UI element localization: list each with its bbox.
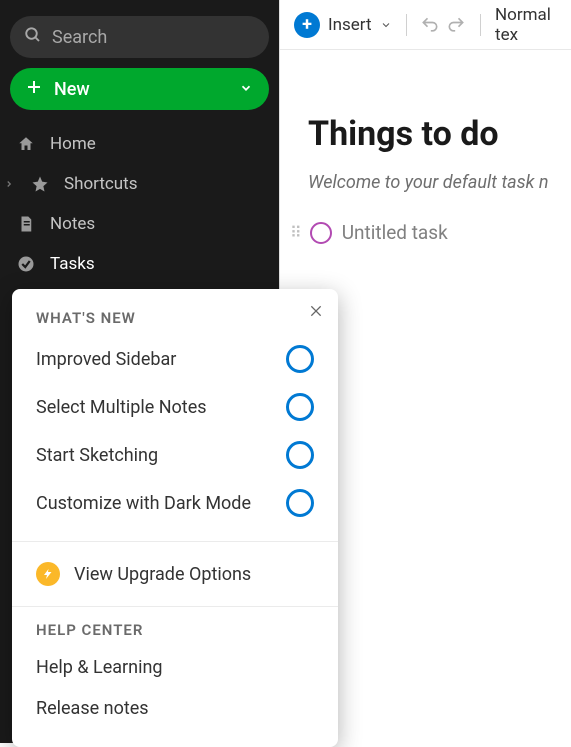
drag-handle-icon[interactable]: ⠿ (290, 223, 300, 242)
sidebar-item-label: Notes (50, 214, 95, 234)
release-notes[interactable]: Release notes (12, 688, 338, 729)
task-title[interactable]: Untitled task (342, 221, 448, 244)
search-placeholder: Search (52, 27, 107, 48)
sidebar-item-tasks[interactable]: Tasks (0, 244, 279, 284)
text-style-selector[interactable]: Normal tex (495, 5, 557, 45)
upgrade-label: View Upgrade Options (74, 564, 251, 585)
sidebar-item-home[interactable]: Home (0, 124, 279, 164)
whatsnew-item-dark-mode[interactable]: Customize with Dark Mode (12, 479, 338, 527)
bolt-icon (36, 562, 60, 586)
ring-indicator-icon (286, 489, 314, 517)
plus-circle-icon: + (294, 12, 320, 38)
notes-icon (16, 215, 36, 233)
sidebar-item-label: Tasks (50, 254, 95, 274)
whatsnew-label: Customize with Dark Mode (36, 493, 251, 514)
task-row[interactable]: ⠿ Untitled task (290, 221, 571, 244)
whats-new-heading: WHAT'S NEW (12, 309, 338, 335)
search-input[interactable]: Search (10, 16, 269, 58)
sidebar-item-shortcuts[interactable]: Shortcuts (0, 164, 279, 204)
ring-indicator-icon (286, 345, 314, 373)
document-subtitle: Welcome to your default task n (308, 172, 571, 193)
insert-button[interactable]: + Insert (294, 12, 392, 38)
whatsnew-label: Start Sketching (36, 445, 158, 466)
home-icon (16, 135, 36, 153)
new-button[interactable]: New (10, 68, 269, 110)
chevron-down-icon (380, 19, 392, 31)
ring-indicator-icon (286, 393, 314, 421)
separator (406, 14, 407, 36)
whatsnew-label: Select Multiple Notes (36, 397, 207, 418)
whatsnew-label: Improved Sidebar (36, 349, 176, 370)
upgrade-options[interactable]: View Upgrade Options (12, 556, 338, 592)
sidebar-item-label: Shortcuts (64, 174, 138, 194)
chevron-right-icon[interactable] (2, 179, 16, 189)
undo-icon[interactable] (420, 15, 440, 35)
task-checkbox[interactable] (310, 222, 332, 244)
divider (12, 606, 338, 607)
whatsnew-item-improved-sidebar[interactable]: Improved Sidebar (12, 335, 338, 383)
ring-indicator-icon (286, 441, 314, 469)
document-title[interactable]: Things to do (308, 114, 571, 154)
whatsnew-item-sketching[interactable]: Start Sketching (12, 431, 338, 479)
divider (12, 541, 338, 542)
undo-redo-group (420, 15, 466, 35)
close-icon[interactable] (308, 303, 324, 324)
help-learning[interactable]: Help & Learning (12, 647, 338, 688)
search-icon (24, 26, 42, 49)
new-label: New (54, 79, 90, 100)
insert-label: Insert (328, 15, 372, 35)
chevron-down-icon (239, 79, 253, 100)
editor-toolbar: + Insert Normal tex (280, 0, 571, 50)
separator (480, 14, 481, 36)
tasks-icon (16, 255, 36, 273)
star-icon (30, 175, 50, 193)
whats-new-popover: WHAT'S NEW Improved Sidebar Select Multi… (12, 289, 338, 747)
whatsnew-item-select-multiple[interactable]: Select Multiple Notes (12, 383, 338, 431)
plus-icon (26, 79, 42, 100)
sidebar-item-notes[interactable]: Notes (0, 204, 279, 244)
help-center-heading: HELP CENTER (12, 621, 338, 647)
redo-icon[interactable] (446, 15, 466, 35)
sidebar-item-label: Home (50, 134, 96, 154)
